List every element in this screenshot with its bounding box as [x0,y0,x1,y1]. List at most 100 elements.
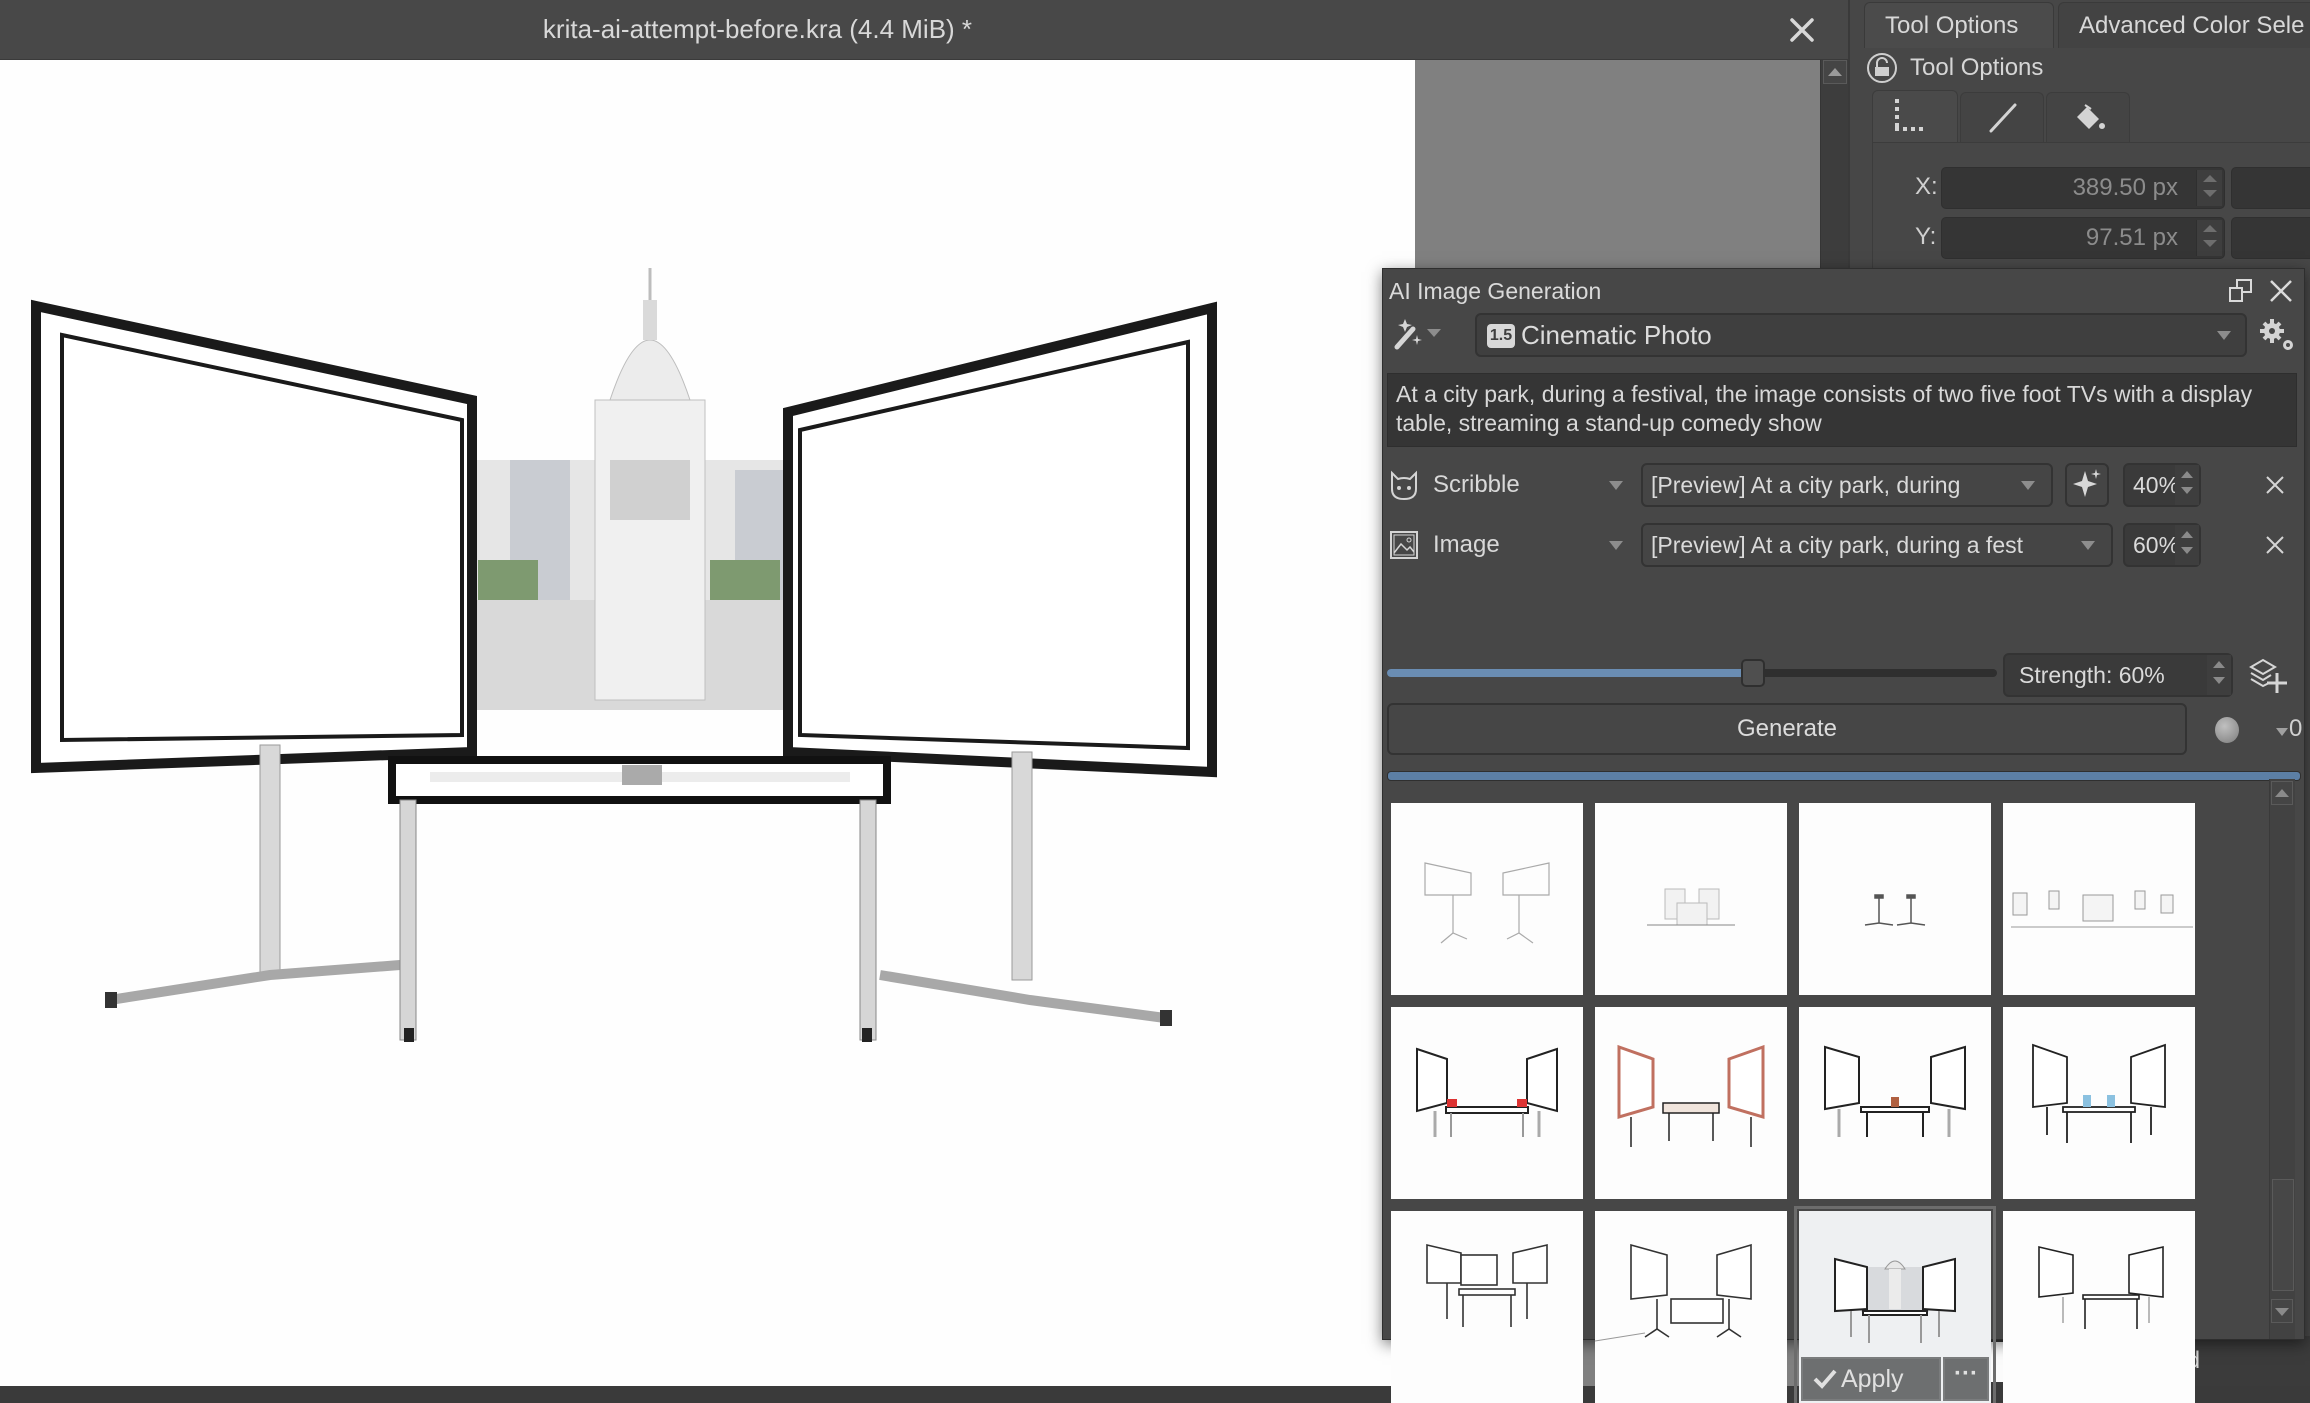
thumbnail-image [1426,1243,1548,1327]
tool-options-title: Tool Options [1910,54,2044,81]
generate-control-image-button[interactable] [2065,463,2109,507]
thumbnail-image [1424,862,1550,944]
gear-icon[interactable] [2257,315,2297,355]
panel-title: AI Image Generation [1389,278,1602,304]
history-thumbnail[interactable]: Apply ··· [1793,1206,1996,1403]
line-tool-icon [1989,103,2017,133]
scroll-up-button[interactable] [2271,781,2293,805]
tool-tab-fill[interactable] [2046,92,2130,142]
y-label: Y: [1915,223,1937,250]
thumbnail-image [2038,1245,2164,1329]
strength-spinner[interactable] [2207,655,2231,695]
control-type-label[interactable]: Image [1433,521,1500,569]
scroll-up-button[interactable] [1823,60,1847,84]
history-grid: Apply ··· [1383,789,2283,1403]
control-source-select[interactable]: [Preview] At a city park, during a fest [1641,523,2113,567]
queue-count[interactable]: 0 [2289,715,2302,743]
right-tv [783,301,1217,1026]
control-strength-value: 60% [2133,532,2180,558]
history-thumbnail[interactable] [1391,1211,1583,1403]
apply-label: Apply [1840,1365,1904,1393]
history-thumbnail[interactable] [1594,1211,1787,1403]
sd-version-badge: 1.5 [1487,324,1515,348]
apply-button[interactable]: Apply [1800,1357,1941,1401]
history-thumbnail[interactable] [1391,803,1583,995]
scroll-down-button[interactable] [2271,1299,2293,1323]
tab-advanced-color-selector[interactable]: Advanced Color Sele [2058,2,2310,48]
tool-tab-line[interactable] [1960,92,2044,142]
add-control-layer-icon[interactable] [2247,655,2287,695]
style-select[interactable]: 1.5 Cinematic Photo [1475,313,2247,357]
chevron-up-icon [1828,68,1842,76]
height-input[interactable] [2231,217,2310,259]
history-thumbnail[interactable] [1391,1007,1583,1199]
strength-input[interactable]: Strength: 60% [2003,653,2233,697]
queue-status-indicator [2215,717,2239,743]
control-layer-row: Scribble [Preview] At a city park, durin… [1383,461,2306,509]
history-thumbnail[interactable] [1798,1007,1991,1199]
remove-control-icon[interactable] [2261,471,2289,499]
fill-bucket-icon [2077,104,2105,129]
control-strength-spinner[interactable] [2175,465,2199,505]
generate-button[interactable]: Generate [1387,703,2187,755]
cat-face-icon [1391,470,1417,501]
thumbnail-image [1594,1243,1752,1342]
document-titlebar: krita-ai-attempt-before.kra (4.4 MiB) * [0,0,1848,60]
thumbnail-image [1617,1044,1765,1147]
history-thumbnail[interactable] [1594,1007,1787,1199]
tool-tab-selection[interactable] [1872,90,1958,142]
selection-corner-icon [1895,99,1923,131]
control-strength-value: 40% [2133,472,2180,498]
history-scrollbar[interactable] [2269,779,2295,1339]
workspace-select-button[interactable] [1391,313,1451,353]
strength-slider[interactable] [1387,659,1997,687]
sparkle-icon [2073,469,2101,497]
scrollbar-thumb[interactable] [2272,1179,2294,1291]
thumbnail-image [1823,1045,1966,1137]
remove-control-icon[interactable] [2261,531,2289,559]
strength-slider-fill [1387,669,1753,677]
float-panel-icon[interactable] [2227,277,2255,305]
width-input[interactable] [2231,167,2310,209]
y-input[interactable]: 97.51 px [1941,217,2225,259]
tool-options-pane: X: 389.50 px Y: 97.51 px [1872,142,2310,272]
control-strength-input[interactable]: 40% [2123,463,2201,507]
history-thumbnail[interactable] [1798,803,1991,995]
thumbnail-image [1646,888,1735,926]
checkmark-icon [1813,1369,1837,1389]
queue-menu-arrow-icon[interactable] [2276,728,2288,736]
control-source-label: [Preview] At a city park, during a fest [1651,532,2023,558]
history-thumbnail[interactable] [2002,803,2195,995]
history-thumbnail[interactable] [1594,803,1787,995]
close-document-icon[interactable] [1786,14,1818,46]
control-strength-input[interactable]: 60% [2123,523,2201,567]
close-panel-icon[interactable] [2267,277,2295,305]
x-label: X: [1915,173,1938,200]
control-type-label[interactable]: Scribble [1433,461,1520,509]
document-title: krita-ai-attempt-before.kra (4.4 MiB) * [542,14,973,44]
history-thumbnail[interactable] [2002,1211,2195,1403]
chevron-down-icon[interactable] [1609,541,1623,550]
thumbnail-image [1864,894,1926,926]
tab-tool-options[interactable]: Tool Options [1864,2,2054,48]
chevron-down-icon [2021,481,2035,490]
canvas-image[interactable] [0,60,1415,1386]
strength-slider-handle[interactable] [1741,659,1765,687]
control-source-select[interactable]: [Preview] At a city park, during [1641,463,2053,507]
x-spinner[interactable] [2196,170,2222,206]
history-thumbnail[interactable] [2002,1007,2195,1199]
canvas-artwork [31,268,1217,1042]
chevron-down-icon[interactable] [1609,481,1623,490]
control-strength-spinner[interactable] [2175,525,2199,565]
generation-progress-bar [1387,771,2301,781]
x-input[interactable]: 389.50 px [1941,167,2225,209]
ai-image-generation-panel: AI Image Generation 1.5 Cinematic Photo … [1382,268,2306,1403]
more-options-button[interactable]: ··· [1942,1357,1989,1401]
y-value: 97.51 px [2085,224,2178,251]
y-spinner[interactable] [2196,220,2222,256]
lock-open-icon[interactable] [1866,52,1898,84]
image-icon [1390,531,1418,559]
chevron-down-icon [2081,541,2095,550]
prompt-input[interactable]: At a city park, during a festival, the i… [1387,373,2297,447]
thumbnail-image [2010,890,2193,928]
